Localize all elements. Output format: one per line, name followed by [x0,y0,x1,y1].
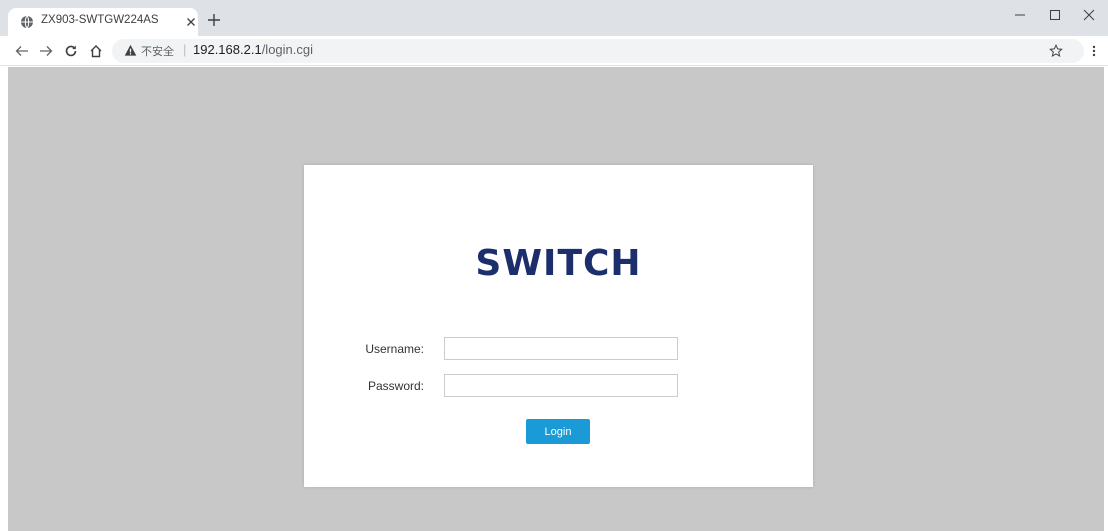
browser-tab[interactable]: ZX903-SWTGW224AS [8,8,198,36]
window-close-icon[interactable] [1082,8,1096,22]
warning-icon[interactable] [124,44,137,57]
minimize-icon[interactable] [1013,8,1027,22]
address-bar[interactable]: 不安全 | 192.168.2.1/login.cgi [112,39,1084,63]
close-icon[interactable] [184,15,198,29]
url-host: 192.168.2.1 [193,42,262,57]
browser-toolbar: 不安全 | 192.168.2.1/login.cgi [0,36,1108,66]
tab-title: ZX903-SWTGW224AS [41,14,159,26]
security-label[interactable]: 不安全 [141,43,174,59]
username-input[interactable] [444,337,678,360]
maximize-icon[interactable] [1048,8,1062,22]
password-label: Password: [367,379,424,393]
star-icon[interactable] [1049,44,1063,58]
home-icon[interactable] [89,44,103,58]
password-input[interactable] [444,374,678,397]
url-text[interactable]: 192.168.2.1/login.cgi [193,42,313,57]
username-label: Username: [365,342,424,356]
page-viewport: SWITCH Username: Password: Login [8,67,1104,531]
login-button[interactable]: Login [526,419,590,444]
url-separator: | [183,42,187,57]
forward-arrow-icon[interactable] [39,44,53,58]
browser-tabstrip: ZX903-SWTGW224AS [0,0,1108,36]
switch-logo: SWITCH [475,243,642,284]
menu-icon[interactable] [1087,44,1101,58]
globe-icon [21,15,33,29]
login-card: SWITCH Username: Password: Login [304,165,813,487]
url-path: /login.cgi [261,42,313,57]
back-arrow-icon[interactable] [15,44,29,58]
reload-icon[interactable] [64,44,78,58]
plus-icon[interactable] [207,13,221,27]
